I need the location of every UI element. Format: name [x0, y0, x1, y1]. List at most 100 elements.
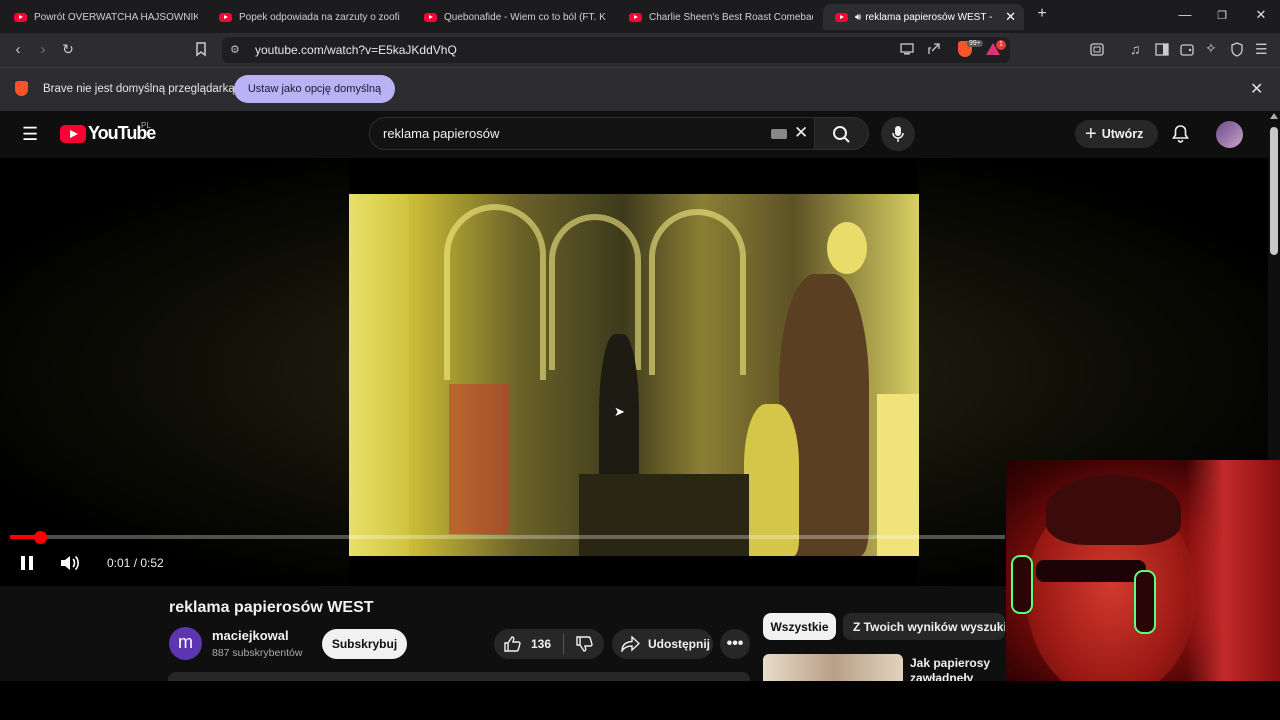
wallet-icon[interactable] — [1180, 43, 1194, 56]
video-car — [579, 474, 749, 556]
menu-icon[interactable]: ☰ — [1255, 41, 1268, 58]
browser-tab-active[interactable]: 🔊︎ reklama papierosów WEST - Y ✕ — [823, 4, 1024, 30]
volume-icon — [61, 555, 79, 571]
bottom-bar — [0, 681, 1280, 720]
video-red-panel — [449, 384, 509, 534]
microphone-icon — [892, 126, 904, 142]
video-arch — [444, 204, 546, 380]
close-infobar-icon[interactable]: ✕ — [1250, 79, 1263, 99]
description-box[interactable] — [168, 672, 750, 681]
bell-icon — [1172, 125, 1189, 143]
new-tab-icon[interactable]: + — [1032, 5, 1052, 23]
bookmark-icon[interactable] — [194, 41, 208, 57]
video-picture[interactable] — [349, 194, 919, 556]
share-button[interactable]: Udostępnij — [612, 629, 713, 659]
leo-ai-icon[interactable]: ✧ — [1205, 40, 1217, 57]
time-current: 0:01 — [107, 556, 131, 570]
video-wall-left — [349, 194, 409, 556]
shields-badge: 99+ — [967, 40, 983, 47]
browser-tab[interactable]: Powrót OVERWATCHA HAJSOWNIKÓ — [2, 4, 198, 30]
reload-icon[interactable]: ↻ — [58, 41, 78, 58]
youtube-logo-icon[interactable] — [60, 125, 86, 143]
recommended-title[interactable]: Jak papierosy zawładnęły światem? Reklam… — [910, 656, 1005, 681]
video-person-head — [827, 222, 867, 274]
webcam-overlay — [1006, 460, 1280, 681]
search-icon — [833, 126, 850, 143]
progress-scrubber[interactable] — [34, 531, 47, 544]
scrollbar-thumb[interactable] — [1270, 127, 1278, 255]
dislike-button[interactable] — [576, 636, 593, 652]
like-button[interactable]: 136 — [504, 636, 551, 652]
chip-from-your-search[interactable]: Z Twoich wyników wyszukiwania — [843, 613, 1005, 640]
time-display: 0:01 / 0:52 — [107, 556, 164, 570]
site-settings-icon[interactable]: ⚙︎ — [230, 43, 240, 56]
cast-icon[interactable] — [900, 43, 914, 55]
voice-search-button[interactable] — [881, 117, 915, 151]
webcam-glasses — [1036, 560, 1146, 582]
tab-title: reklama papierosów WEST - Y — [865, 11, 996, 23]
create-label: Utwórz — [1101, 127, 1144, 141]
sidebar-panel-icon[interactable] — [1155, 43, 1169, 56]
guide-menu-icon[interactable]: ☰ — [22, 124, 38, 145]
video-title: reklama papierosów WEST — [169, 599, 374, 616]
brave-logo-icon — [15, 81, 28, 96]
mute-button[interactable] — [60, 554, 80, 572]
infobar-message: Brave nie jest domyślną przeglądarką — [43, 83, 235, 95]
youtube-favicon-icon — [835, 12, 848, 22]
pause-icon — [21, 556, 33, 570]
tab-title: Quebonafide - Wiem co to ból (FT. K — [444, 11, 606, 23]
search-query[interactable]: reklama papierosów — [383, 126, 499, 141]
recommended-thumbnail[interactable] — [763, 654, 903, 681]
channel-avatar[interactable]: m — [169, 627, 202, 660]
minimize-icon[interactable]: — — [1175, 7, 1195, 22]
more-dots-icon: ••• — [726, 635, 744, 652]
subscriber-count: 887 subskrybentów — [212, 647, 303, 659]
set-default-button[interactable]: Ustaw jako opcję domyślną — [234, 75, 395, 103]
keyboard-icon[interactable] — [771, 129, 787, 139]
chip-all[interactable]: Wszystkie — [763, 613, 836, 640]
pause-button[interactable] — [20, 556, 34, 570]
youtube-favicon-icon — [14, 12, 27, 22]
back-icon[interactable]: ‹ — [8, 41, 28, 58]
progress-bar[interactable] — [10, 535, 1005, 539]
like-dislike-group: 136 — [494, 629, 604, 659]
music-icon[interactable]: ♫ — [1130, 41, 1141, 57]
youtube-favicon-icon — [629, 12, 642, 22]
vpn-shield-icon[interactable] — [1230, 42, 1244, 57]
forward-icon[interactable]: › — [33, 41, 53, 58]
subscribe-button[interactable]: Subskrybuj — [322, 629, 407, 659]
more-actions-button[interactable]: ••• — [720, 629, 750, 659]
url-text[interactable]: youtube.com/watch?v=E5kaJKddVhQ — [255, 43, 457, 57]
webcam-hair — [1046, 475, 1181, 545]
clear-search-icon[interactable]: ✕ — [794, 123, 808, 143]
account-avatar[interactable] — [1216, 121, 1243, 148]
notifications-button[interactable] — [1171, 124, 1190, 144]
thumbs-up-icon — [504, 636, 521, 652]
youtube-favicon-icon — [424, 12, 437, 22]
share-arrow-icon — [621, 636, 640, 652]
tab-title: Powrót OVERWATCHA HAJSOWNIKÓ — [34, 11, 198, 23]
search-button[interactable] — [815, 117, 869, 150]
video-wall-right — [877, 394, 919, 556]
webcam-background — [1186, 460, 1280, 681]
share-page-icon[interactable] — [927, 42, 941, 56]
browser-tab[interactable]: Quebonafide - Wiem co to ból (FT. K — [412, 4, 608, 30]
thumbs-down-icon — [576, 636, 593, 652]
speaker-icon: 🔊︎ — [855, 11, 862, 23]
close-window-icon[interactable]: ✕ — [1251, 7, 1271, 23]
restore-icon[interactable]: ❐ — [1212, 9, 1232, 22]
time-total: 0:52 — [140, 556, 164, 570]
sidebar-toggle-icon[interactable] — [1090, 43, 1104, 56]
channel-name[interactable]: maciejkowal — [212, 628, 289, 643]
webcam-headphone-left — [1011, 555, 1033, 614]
video-arch — [649, 209, 746, 375]
browser-tab[interactable]: Charlie Sheen's Best Roast Comeback — [617, 4, 813, 30]
youtube-favicon-icon — [219, 12, 232, 22]
rewards-badge: 1 — [996, 40, 1006, 50]
mouse-cursor-icon: ➤ — [614, 404, 625, 419]
browser-tab[interactable]: Popek odpowiada na zarzuty o zoofi — [207, 4, 403, 30]
like-count: 136 — [531, 637, 552, 651]
create-button[interactable]: + Utwórz — [1075, 120, 1158, 148]
close-tab-icon[interactable]: ✕ — [1005, 9, 1016, 25]
scroll-up-arrow-icon[interactable] — [1270, 113, 1278, 119]
